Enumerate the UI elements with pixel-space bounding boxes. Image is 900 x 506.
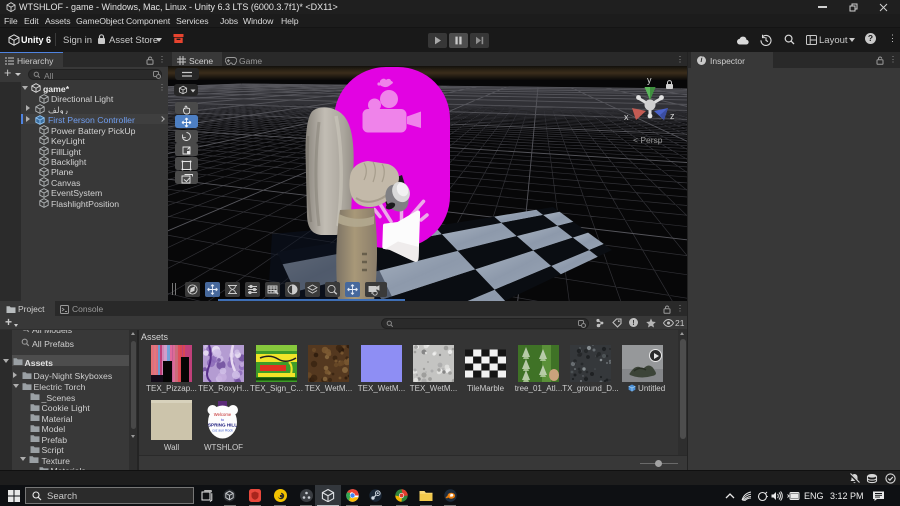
svg-text:to: to (221, 418, 224, 422)
svg-text:y: y (647, 75, 652, 85)
svg-text:cuz aun Rock: cuz aun Rock (212, 429, 233, 433)
svg-text:SPRING HILL: SPRING HILL (208, 423, 237, 428)
svg-text:Welcome: Welcome (214, 412, 232, 417)
svg-text:z: z (670, 111, 675, 121)
svg-text:< Persp: < Persp (633, 135, 663, 145)
svg-text:x: x (624, 112, 629, 122)
